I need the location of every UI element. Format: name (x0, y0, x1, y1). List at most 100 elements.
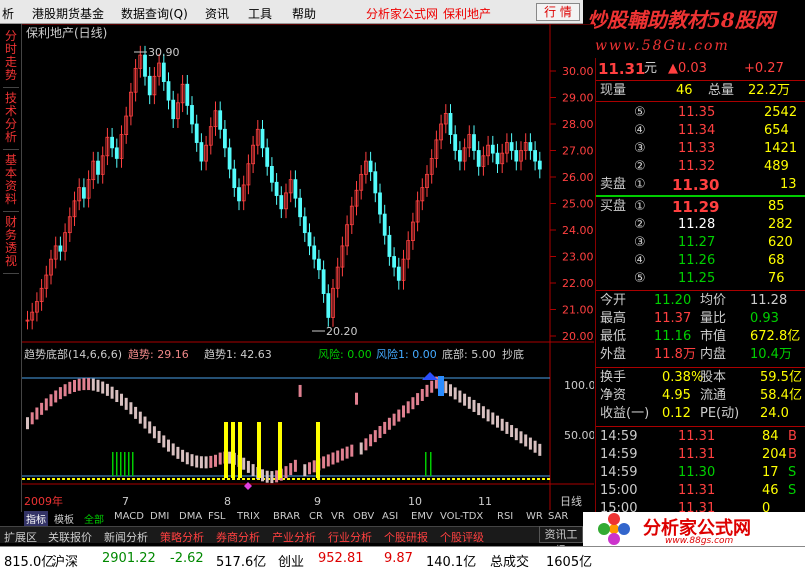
indicator-tab-dmi[interactable]: DMI (150, 511, 169, 522)
stat-value: 11.28 (750, 293, 788, 308)
info-tab-2[interactable]: 新闻分析 (104, 529, 148, 545)
indicator-tick-100: 100.0 (564, 379, 594, 392)
tab-fundamentals[interactable]: 基本资料 (3, 154, 19, 212)
link-stock-name[interactable]: 保利地产 (443, 5, 491, 22)
indicator-bar (308, 462, 311, 475)
info-tab-8[interactable]: 个股评级 (440, 529, 484, 545)
tick-price: 11.31 (678, 447, 716, 462)
candle-body (490, 144, 495, 154)
stat-label: 外盘 (600, 347, 627, 362)
indicator-tab-vol-tdx[interactable]: VOL-TDX (440, 511, 483, 522)
ask-price: 11.34 (678, 123, 716, 138)
risk-signal-bar (124, 452, 126, 476)
indicator-bar (411, 397, 415, 410)
indicator-tab-sar[interactable]: SAR (548, 511, 568, 522)
candle-body (373, 171, 378, 194)
logo-flower-icon (598, 513, 630, 545)
ask-volume: 1421 (764, 141, 798, 156)
menu-item-help[interactable]: 帮助 (292, 5, 316, 22)
candle-body (114, 147, 119, 159)
info-tab-0[interactable]: 扩展区 (4, 529, 37, 545)
indicator-tab-rsi[interactable]: RSI (497, 511, 513, 522)
tick-volume: 17 (762, 465, 779, 480)
indicator-tab-trix[interactable]: TRIX (237, 511, 260, 522)
ticker-item: 2901.22 (102, 551, 156, 566)
logo-88gs: 分析家公式网 www.88gs.com (583, 512, 805, 546)
candle-body (302, 216, 307, 234)
indicator-tab-模板[interactable]: 模板 (54, 511, 74, 526)
indicator-tab-obv[interactable]: OBV (353, 511, 374, 522)
indicator-bar (340, 448, 344, 461)
indicator-tab-cr[interactable]: CR (309, 511, 323, 522)
indicator-tab-全部[interactable]: 全部 (84, 511, 104, 526)
tick-time: 14:59 (600, 447, 638, 462)
tab-financials[interactable]: 财务透视 (3, 216, 19, 274)
fund-value: 24.0 (760, 406, 789, 421)
candle-body (194, 123, 199, 143)
indicator-bar (293, 459, 297, 472)
ask-volume: 13 (780, 177, 797, 192)
link-formula-site[interactable]: 分析家公式网 (366, 5, 438, 22)
news-workshop-button[interactable]: 资讯工场 (539, 526, 583, 557)
bid-volume: 282 (768, 217, 793, 232)
info-tab-1[interactable]: 关联报价 (48, 529, 92, 545)
indicator-tab-fsl[interactable]: FSL (208, 511, 226, 522)
bottom-signal-bar (278, 422, 282, 478)
tab-technical[interactable]: 技术分析 (3, 92, 19, 150)
indicator-bar (129, 402, 133, 415)
candle-body (378, 192, 382, 215)
indicator-tab-vr[interactable]: VR (331, 511, 345, 522)
indicator-tab-dma[interactable]: DMA (179, 511, 202, 522)
tick-price: 11.30 (678, 465, 716, 480)
indicator-tab-asi[interactable]: ASI (382, 511, 398, 522)
candle-body (472, 134, 476, 151)
ticker-item: 1605亿 (546, 555, 593, 570)
menu-item-data-query[interactable]: 数据查询(Q) (121, 5, 188, 22)
indicator-tab-emv[interactable]: EMV (411, 511, 433, 522)
quote-mode-button[interactable]: 行 情 (536, 3, 580, 21)
candle-body (82, 187, 86, 199)
candle-body (293, 179, 298, 199)
indicator-bar (176, 446, 180, 459)
indicator-bar (195, 455, 199, 468)
indicator-bar (477, 403, 481, 416)
stat-value: 0.93 (750, 311, 779, 326)
tab-intraday[interactable]: 分时走势 (3, 30, 19, 88)
bid-level: ② (634, 217, 646, 232)
info-tab-6[interactable]: 行业分析 (328, 529, 372, 545)
candle-body (368, 160, 373, 173)
indicator-tab-wr[interactable]: WR (526, 511, 543, 522)
indicator-bar (336, 450, 340, 463)
indicator-tick-50: 50.00 (564, 429, 594, 442)
logo-url: www.88gs.com (665, 536, 734, 546)
menu-item-analysis[interactable]: 析 (2, 5, 14, 22)
indicator-bar (209, 455, 213, 468)
indicator-bar (77, 378, 81, 391)
ask-level: ③ (634, 141, 646, 156)
bid-level: ① (634, 199, 646, 214)
menu-item-hk-futures[interactable]: 港股期货基金 (32, 5, 104, 22)
tick-side: S (788, 465, 797, 480)
indicator-tab-brar[interactable]: BRAR (273, 511, 300, 522)
kline-chart[interactable]: 保利地产(日线) 30.00 29.00 28.00 27.00 26.00 25.00 2… (22, 24, 594, 510)
menu-item-news[interactable]: 资讯 (205, 5, 229, 22)
info-tab-4[interactable]: 券商分析 (216, 529, 260, 545)
indicator-bar (120, 393, 123, 406)
indicator-bar (406, 401, 410, 414)
bid-volume: 68 (768, 253, 785, 268)
indicator-tab-macd[interactable]: MACD (114, 511, 144, 522)
tick-side: B (788, 429, 797, 444)
period-label[interactable]: 日线 (560, 494, 582, 508)
x-label-aug: 8 (224, 495, 231, 508)
indicator-bar (373, 430, 377, 443)
last-price: 11.31 (598, 60, 646, 78)
indicator-tab-指标[interactable]: 指标 (24, 511, 48, 526)
info-tab-3[interactable]: 策略分析 (160, 529, 204, 545)
indicator-bar (322, 456, 326, 469)
menu-item-tools[interactable]: 工具 (248, 5, 272, 22)
watermark-title: 炒股輔助教材58股网 (587, 8, 775, 32)
info-tab-7[interactable]: 个股研报 (384, 529, 428, 545)
candle-body (161, 62, 166, 82)
info-tab-5[interactable]: 产业分析 (272, 529, 316, 545)
indicator-bar (143, 416, 147, 429)
